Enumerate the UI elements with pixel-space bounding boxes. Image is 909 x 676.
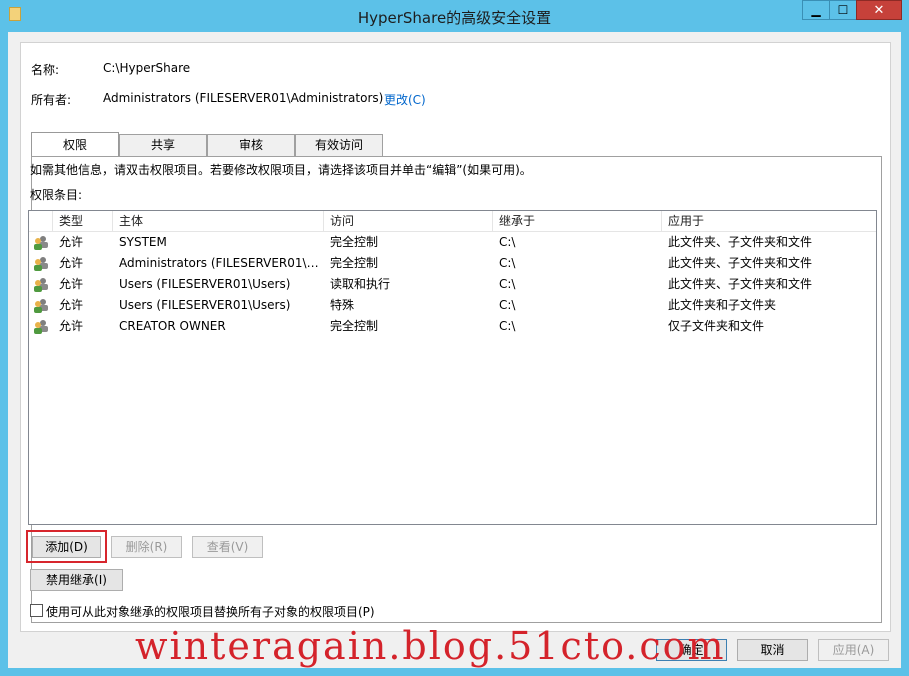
user-group-icon [34,278,48,292]
name-label: 名称: [31,63,60,77]
table-row[interactable]: 允许 Users (FILESERVER01\Users) 特殊 C:\ 此文件… [29,295,876,316]
cell-applies-to: 此文件夹和子文件夹 [668,298,777,312]
permission-entries-list[interactable]: 类型 主体 访问 继承于 应用于 允许 SYSTEM 完全控制 C:\ 此文件夹… [28,210,877,525]
cell-access: 特殊 [330,298,355,312]
cell-type: 允许 [59,235,84,249]
cell-applies-to: 仅子文件夹和文件 [668,319,765,333]
cell-access: 完全控制 [330,235,379,249]
add-button[interactable]: 添加(D) [32,536,101,558]
cell-principal: Users (FILESERVER01\Users) [119,277,291,291]
tab-sharing[interactable]: 共享 [119,134,207,156]
column-header-principal[interactable]: 主体 [113,211,324,231]
table-row[interactable]: 允许 Users (FILESERVER01\Users) 读取和执行 C:\ … [29,274,876,295]
cell-access: 读取和执行 [330,277,391,291]
cell-inherited-from: C:\ [499,319,516,333]
cell-type: 允许 [59,298,84,312]
cell-applies-to: 此文件夹、子文件夹和文件 [668,277,813,291]
minimize-button[interactable]: ▁ [802,0,830,20]
entries-label: 权限条目: [30,188,83,202]
user-group-icon [34,257,48,271]
tab-auditing[interactable]: 审核 [207,134,295,156]
cell-principal: SYSTEM [119,235,167,249]
tab-permissions[interactable]: 权限 [31,132,119,156]
cell-type: 允许 [59,319,84,333]
apply-button[interactable]: 应用(A) [818,639,889,661]
table-row[interactable]: 允许 CREATOR OWNER 完全控制 C:\ 仅子文件夹和文件 [29,316,876,337]
close-icon: ✕ [873,2,885,18]
cell-principal: CREATOR OWNER [119,319,226,333]
cell-principal: Administrators (FILESERVER01\A... [119,256,324,270]
list-header: 类型 主体 访问 继承于 应用于 [29,211,876,232]
cell-type: 允许 [59,277,84,291]
minimize-icon: ▁ [811,3,821,17]
watermark-text: winteragain.blog.51cto.com [135,624,726,668]
table-row[interactable]: 允许 Administrators (FILESERVER01\A... 完全控… [29,253,876,274]
cell-applies-to: 此文件夹、子文件夹和文件 [668,256,813,270]
column-header-access[interactable]: 访问 [324,211,493,231]
cell-inherited-from: C:\ [499,298,516,312]
column-header-icon [29,211,53,231]
user-group-icon [34,299,48,313]
column-header-inherited-from[interactable]: 继承于 [493,211,662,231]
disable-inheritance-button[interactable]: 禁用继承(I) [30,569,123,591]
cell-access: 完全控制 [330,319,379,333]
cell-principal: Users (FILESERVER01\Users) [119,298,291,312]
maximize-icon: ☐ [837,3,849,17]
maximize-button[interactable]: ☐ [829,0,857,20]
owner-label: 所有者: [31,93,72,107]
title-bar: HyperShare的高级安全设置 ▁ ☐ ✕ [0,0,909,32]
cell-inherited-from: C:\ [499,256,516,270]
column-header-applies-to[interactable]: 应用于 [662,211,876,231]
tab-effective-access[interactable]: 有效访问 [295,134,383,156]
table-row[interactable]: 允许 SYSTEM 完全控制 C:\ 此文件夹、子文件夹和文件 [29,232,876,253]
user-group-icon [34,320,48,334]
column-header-type[interactable]: 类型 [53,211,113,231]
replace-child-permissions-checkbox[interactable] [30,604,43,617]
close-button[interactable]: ✕ [856,0,902,20]
cell-type: 允许 [59,256,84,270]
help-text: 如需其他信息，请双击权限项目。若要修改权限项目，请选择该项目并单击“编辑”(如果… [30,163,532,177]
remove-button[interactable]: 删除(R) [111,536,182,558]
change-owner-link[interactable]: 更改(C) [384,91,426,108]
cancel-button[interactable]: 取消 [737,639,808,661]
user-group-icon [34,236,48,250]
cell-inherited-from: C:\ [499,277,516,291]
replace-child-permissions-label: 使用可从此对象继承的权限项目替换所有子对象的权限项目(P) [46,605,375,619]
window-title: HyperShare的高级安全设置 [357,9,552,27]
cell-inherited-from: C:\ [499,235,516,249]
name-value: C:\HyperShare [103,61,191,75]
cell-applies-to: 此文件夹、子文件夹和文件 [668,235,813,249]
cell-access: 完全控制 [330,256,379,270]
owner-value: Administrators (FILESERVER01\Administrat… [103,91,384,105]
view-button[interactable]: 查看(V) [192,536,263,558]
dialog-client-area: 名称: C:\HyperShare 所有者: Administrators (F… [8,32,901,668]
